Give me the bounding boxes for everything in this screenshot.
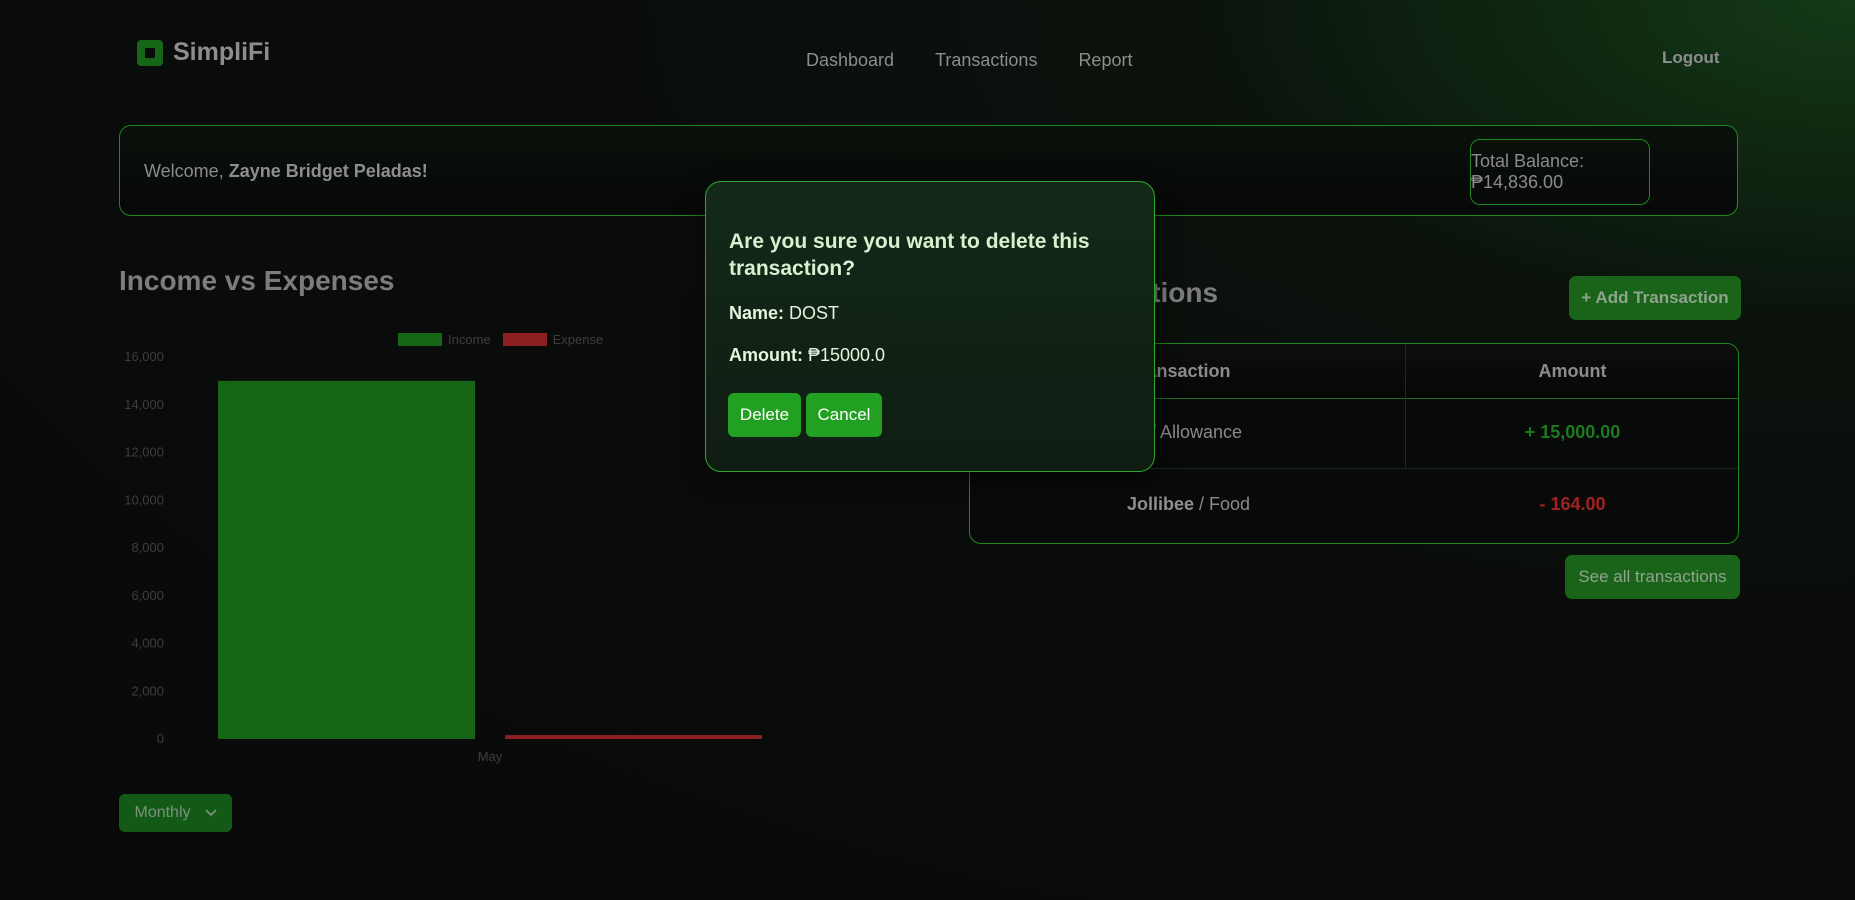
transaction-category: Allowance (1159, 422, 1243, 442)
logo-icon (137, 39, 163, 66)
modal-amount-value: ₱15000.0 (808, 345, 886, 365)
cancel-button[interactable]: Cancel (806, 393, 882, 437)
transaction-category: Food (1209, 494, 1251, 514)
bar-expense-may[interactable] (505, 735, 762, 739)
modal-amount-line: Amount: ₱15000.0 (729, 345, 885, 366)
chevron-down-icon (204, 804, 217, 822)
logout-link[interactable]: Logout (1662, 48, 1720, 68)
app-name: SimpliFi (173, 38, 271, 66)
transaction-cell: Jollibee / Food (1126, 494, 1251, 514)
y-tick-label: 14,000 (124, 397, 164, 412)
table-row[interactable]: Jollibee / Food - 164.00 (970, 470, 1738, 540)
period-select[interactable]: Monthly (119, 794, 232, 832)
nav-report[interactable]: Report (1078, 50, 1132, 71)
delete-button[interactable]: Delete (728, 393, 801, 437)
column-header-amount: Amount (1538, 361, 1607, 381)
total-balance-label: Total Balance: ₱14,836.00 (1471, 151, 1585, 192)
modal-question: Are you sure you want to delete this tra… (729, 230, 1090, 280)
nav-transactions[interactable]: Transactions (935, 50, 1037, 71)
modal-name-label: Name: (729, 303, 785, 323)
modal-name-line: Name: DOST (729, 303, 839, 324)
chart-title: Income vs Expenses (119, 265, 395, 296)
y-tick-label: 6,000 (131, 588, 164, 603)
welcome-user: Zayne Bridget Peladas! (228, 161, 428, 181)
add-transaction-button[interactable]: + Add Transaction (1569, 276, 1741, 320)
bar-income-may[interactable] (218, 380, 475, 739)
period-select-value: Monthly (134, 804, 191, 821)
transaction-amount: - 164.00 (1539, 494, 1606, 514)
app-logo[interactable]: SimpliFi (137, 38, 270, 67)
y-tick-label: 8,000 (131, 540, 164, 555)
total-balance: Total Balance: ₱14,836.00 (1470, 139, 1650, 205)
y-tick-label: 12,000 (124, 445, 164, 460)
modal-name-value: DOST (789, 303, 840, 323)
welcome-text: Welcome, Zayne Bridget Peladas! (144, 161, 428, 182)
y-tick-label: 2,000 (131, 683, 164, 698)
welcome-prefix: Welcome, (144, 161, 229, 181)
y-tick-label: 0 (157, 731, 164, 746)
delete-confirm-modal: Are you sure you want to delete this tra… (705, 181, 1155, 472)
y-tick-label: 16,000 (124, 349, 164, 364)
main-nav: Dashboard Transactions Report (806, 50, 1132, 71)
transaction-amount: + 15,000.00 (1524, 422, 1621, 442)
nav-dashboard[interactable]: Dashboard (806, 50, 894, 71)
transaction-name: Jollibee (1126, 494, 1194, 514)
see-all-transactions-button[interactable]: See all transactions (1565, 555, 1740, 599)
modal-amount-label: Amount: (729, 345, 803, 365)
y-tick-label: 4,000 (131, 636, 164, 651)
x-tick-label: May (478, 749, 503, 764)
y-tick-label: 10,000 (124, 492, 164, 507)
